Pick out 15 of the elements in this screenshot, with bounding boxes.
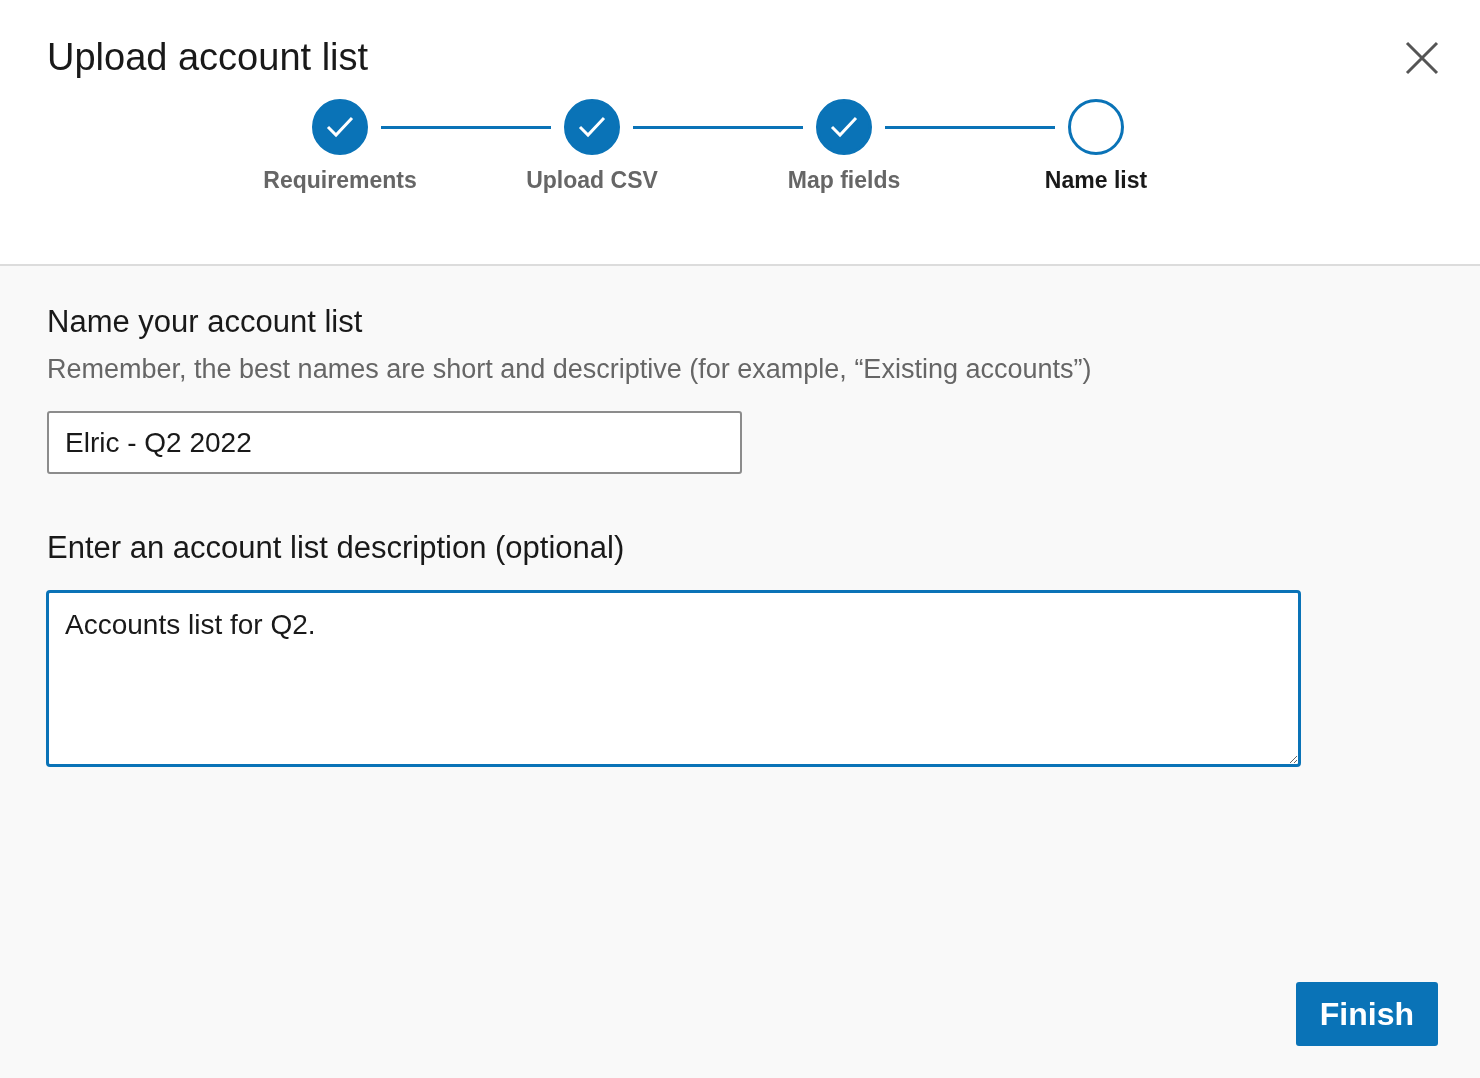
section-heading: Enter an account list description (optional)	[47, 530, 626, 566]
close-icon	[1405, 40, 1439, 75]
hint-text: Remember, the best names are short and descriptive (for example, “Existing accounts”)	[47, 354, 1093, 385]
step-label: Upload CSV	[526, 167, 658, 194]
step-label: Requirements	[263, 167, 417, 194]
step-label: Name list	[1044, 167, 1148, 194]
description-input-field[interactable]: Accounts list for Q2.	[46, 590, 1301, 767]
check-icon	[830, 116, 858, 138]
check-icon	[326, 116, 354, 138]
step-label: Map fields	[787, 167, 901, 194]
section-heading: Name your account list	[47, 304, 364, 340]
name-input-field[interactable]: Elric - Q2 2022	[47, 411, 742, 474]
dialog-title: Upload account list	[47, 36, 369, 79]
finish-button[interactable]: Finish	[1295, 982, 1438, 1046]
check-icon	[578, 116, 606, 138]
